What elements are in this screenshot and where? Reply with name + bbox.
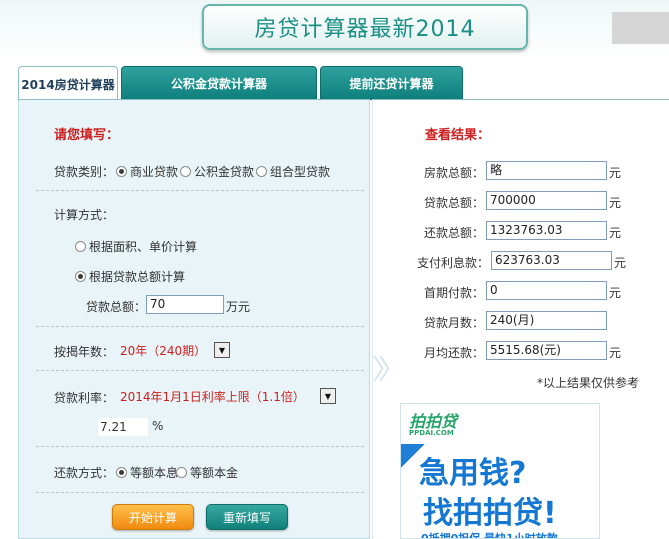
loan-type-label: 贷款类别： bbox=[54, 165, 115, 179]
radio-icon bbox=[256, 166, 267, 177]
calc-method-area[interactable]: 根据面积、单价计算 bbox=[75, 238, 197, 255]
radio-icon bbox=[75, 241, 86, 252]
years-select[interactable]: 20年（240期） bbox=[120, 342, 206, 359]
radio-icon bbox=[180, 166, 191, 177]
result-interest: 623763.03 bbox=[491, 251, 612, 270]
page-header: 房贷计算器最新2014 bbox=[202, 4, 528, 50]
loan-total-unit: 万元 bbox=[226, 300, 251, 314]
loan-type-commercial[interactable]: 商业贷款 bbox=[116, 163, 178, 180]
loan-total-label: 贷款总额： bbox=[86, 300, 147, 314]
top-right-placeholder bbox=[612, 12, 669, 44]
repay-equal-installment[interactable]: 等额本息 bbox=[116, 464, 178, 481]
calc-method-label: 计算方式： bbox=[54, 208, 115, 222]
radio-icon bbox=[116, 467, 127, 478]
result-label-monthly: 月均还款： bbox=[423, 346, 484, 360]
radio-icon bbox=[116, 166, 127, 177]
loan-type-provident[interactable]: 公积金贷款 bbox=[180, 163, 254, 180]
result-label-loan: 贷款总额： bbox=[423, 196, 484, 210]
page-title: 房贷计算器最新2014 bbox=[254, 17, 476, 42]
result-note: *以上结果仅供参考 bbox=[537, 376, 640, 390]
loan-type-combined[interactable]: 组合型贷款 bbox=[256, 163, 330, 180]
result-unit: 元 bbox=[609, 166, 622, 180]
result-unit: 元 bbox=[609, 196, 622, 210]
result-monthly: 5515.68(元) bbox=[486, 341, 607, 360]
result-unit: 元 bbox=[609, 286, 622, 300]
tab-provident-fund[interactable]: 公积金贷款计算器 bbox=[121, 66, 317, 100]
ad-subheadline: 找拍拍贷! bbox=[423, 496, 557, 531]
calculate-button[interactable]: 开始计算 bbox=[112, 504, 194, 530]
tab-2014-mortgage[interactable]: 2014房贷计算器 bbox=[18, 66, 118, 101]
result-months: 240(月) bbox=[486, 311, 607, 330]
result-downpayment: 0 bbox=[486, 281, 607, 300]
divider bbox=[36, 326, 364, 327]
rate-label: 贷款利率： bbox=[54, 391, 115, 405]
repay-label: 还款方式： bbox=[54, 466, 115, 480]
result-title: 查看结果： bbox=[425, 128, 491, 143]
result-repay-total: 1323763.03 bbox=[486, 221, 607, 240]
result-label-months: 贷款月数： bbox=[423, 316, 484, 330]
form-title: 请您填写： bbox=[54, 128, 120, 143]
reset-button[interactable]: 重新填写 bbox=[206, 504, 288, 530]
result-loan-total: 700000 bbox=[486, 191, 607, 210]
result-unit: 元 bbox=[614, 256, 627, 270]
rate-unit: % bbox=[152, 419, 164, 433]
loan-total-input[interactable]: 70 bbox=[146, 295, 224, 314]
ppdai-ad-banner[interactable]: 拍拍贷 PPDAI.COM 急用钱? 找拍拍贷! 0抵押0担保 最快1小时放款 bbox=[400, 403, 600, 539]
calc-method-total[interactable]: 根据贷款总额计算 bbox=[75, 268, 185, 285]
result-label-repay: 还款总额： bbox=[423, 226, 484, 240]
result-label-downpayment: 首期付款： bbox=[423, 286, 484, 300]
result-label-interest: 支付利息款： bbox=[416, 256, 489, 270]
ad-logo-sub: PPDAI.COM bbox=[409, 429, 454, 437]
divider bbox=[36, 492, 364, 493]
rate-dropdown-icon[interactable]: ▼ bbox=[320, 388, 336, 404]
divider bbox=[36, 190, 364, 191]
divider bbox=[36, 446, 364, 447]
years-label: 按揭年数： bbox=[54, 345, 115, 359]
ad-tagline: 0抵押0担保 最快1小时放款 bbox=[421, 532, 558, 539]
result-label-house: 房款总额： bbox=[423, 166, 484, 180]
radio-icon bbox=[75, 271, 86, 282]
radio-icon bbox=[176, 467, 187, 478]
divider bbox=[36, 370, 364, 371]
arrow-divider-icon: 〉〉 bbox=[372, 353, 406, 386]
repay-equal-principal[interactable]: 等额本金 bbox=[176, 464, 238, 481]
tab-prepayment[interactable]: 提前还贷计算器 bbox=[320, 66, 463, 100]
ad-headline: 急用钱? bbox=[419, 456, 527, 491]
years-dropdown-icon[interactable]: ▼ bbox=[214, 342, 230, 358]
result-unit: 元 bbox=[609, 346, 622, 360]
calculator-tabs: 2014房贷计算器 公积金贷款计算器 提前还贷计算器 bbox=[18, 66, 466, 101]
rate-select[interactable]: 2014年1月1日利率上限（1.1倍） bbox=[120, 388, 305, 405]
result-unit: 元 bbox=[609, 226, 622, 240]
result-house-total: 略 bbox=[486, 161, 607, 180]
rate-input[interactable]: 7.21 bbox=[98, 418, 148, 436]
